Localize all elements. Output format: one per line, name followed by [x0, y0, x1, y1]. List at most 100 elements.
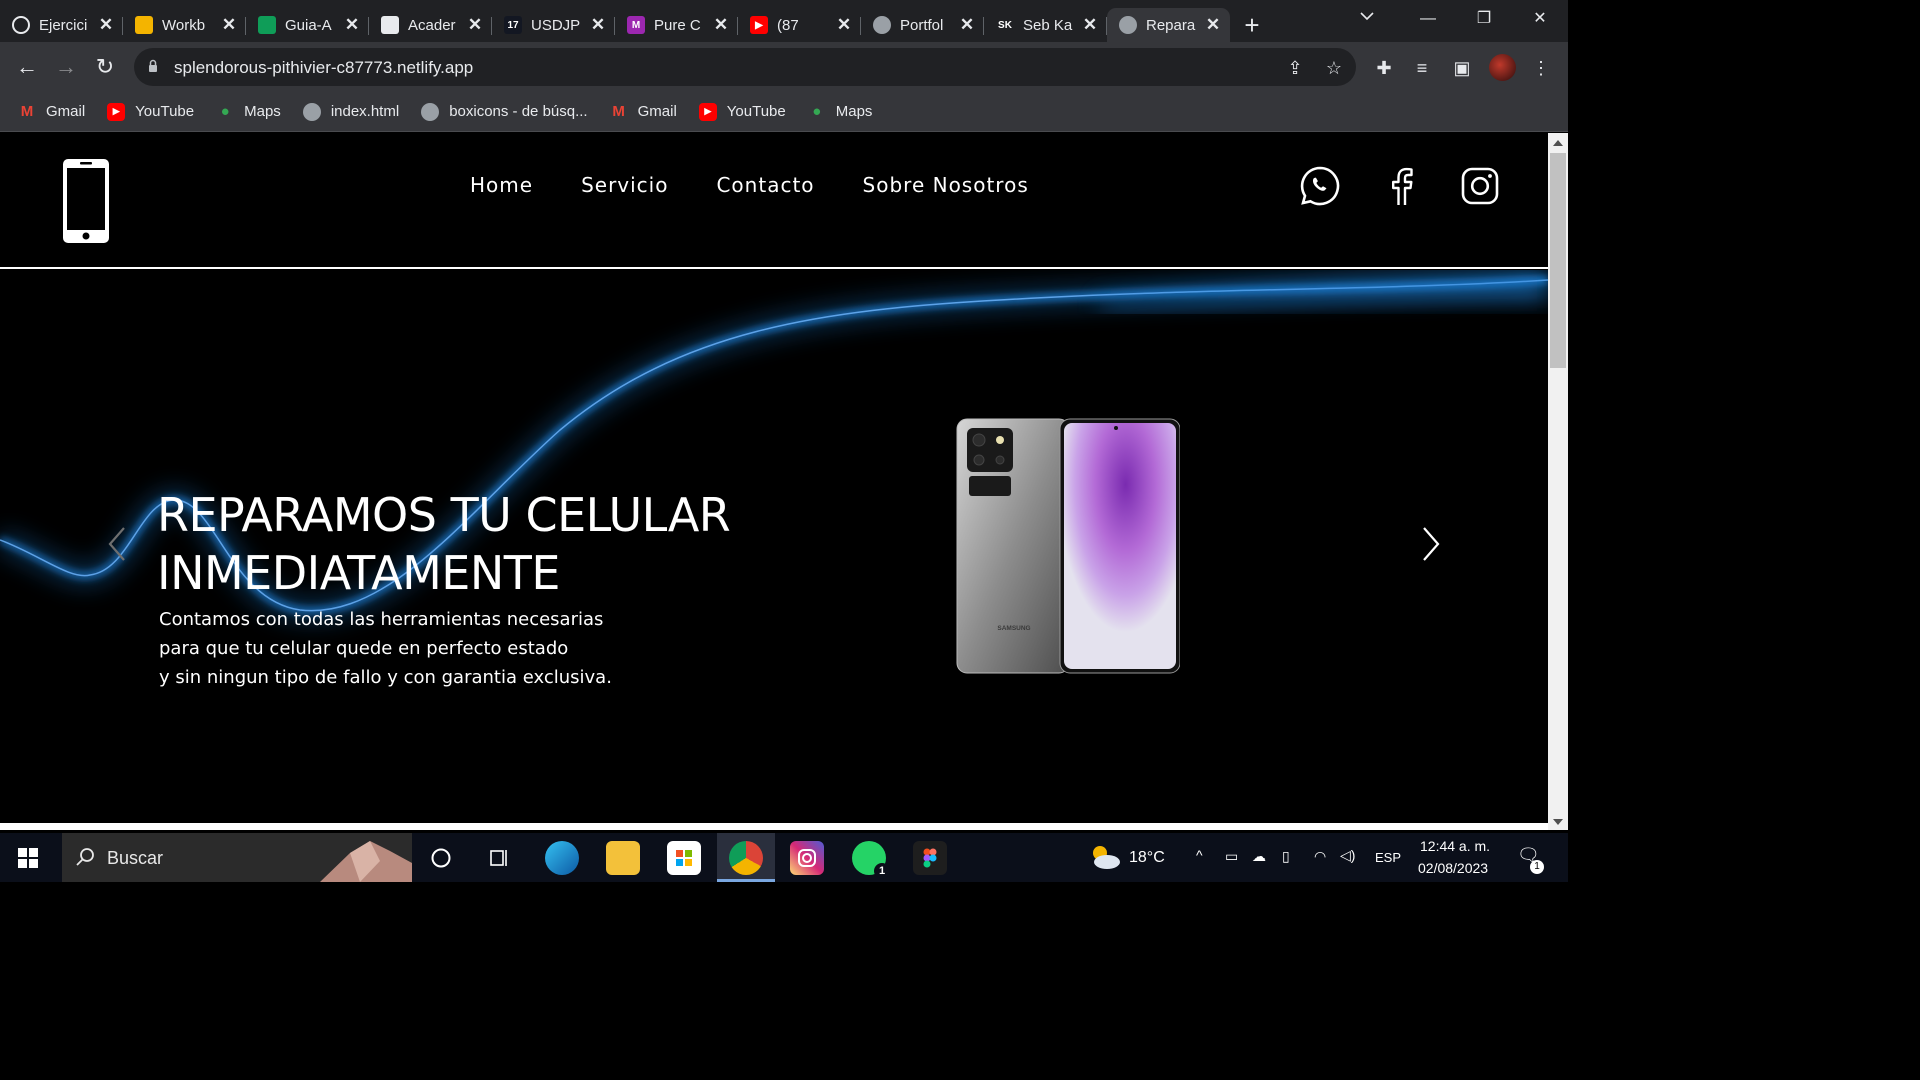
browser-tab[interactable]: Ejercici ✕ — [0, 8, 123, 42]
url-text: splendorous-pithivier-c87773.netlify.app — [174, 58, 474, 77]
bookmark-item[interactable]: index.html — [302, 102, 399, 121]
carousel-next-icon[interactable] — [1416, 524, 1446, 564]
bookmark-label: YouTube — [726, 103, 786, 120]
nav-sobre-nosotros[interactable]: Sobre Nosotros — [863, 173, 1029, 197]
nav-contacto[interactable]: Contacto — [716, 173, 814, 197]
tab-label: Guia-A — [285, 16, 332, 34]
bookmark-item[interactable]: M Gmail — [610, 103, 676, 121]
tray-chevron-icon[interactable]: ^ — [1196, 847, 1203, 863]
windows-start-icon[interactable] — [18, 848, 38, 868]
meet-icon[interactable]: ▭ — [1225, 848, 1238, 865]
notification-count: 1 — [1530, 860, 1544, 874]
side-panel-icon[interactable]: ▣ — [1449, 55, 1475, 81]
close-tab-icon[interactable]: ✕ — [343, 16, 361, 34]
extensions-icon[interactable]: ✚ — [1371, 55, 1397, 81]
battery-icon[interactable]: ▯ — [1282, 848, 1290, 865]
close-tab-icon[interactable]: ✕ — [712, 16, 730, 34]
reload-icon[interactable]: ↻ — [91, 54, 119, 82]
weather-cloud-icon[interactable] — [1088, 843, 1122, 871]
onedrive-icon[interactable]: ☁ — [1252, 848, 1266, 865]
page-scrollbar[interactable] — [1548, 133, 1568, 830]
close-window-icon[interactable]: ✕ — [1512, 5, 1568, 33]
nav-servicio[interactable]: Servicio — [581, 173, 668, 197]
bookmark-item[interactable]: ▶ YouTube — [698, 102, 786, 121]
pure-icon: M — [627, 16, 645, 34]
scroll-down-icon[interactable] — [1553, 819, 1563, 825]
browser-tab[interactable]: Workb ✕ — [123, 8, 246, 42]
browser-tab[interactable]: Acader ✕ — [369, 8, 492, 42]
tab-label: USDJP — [531, 16, 581, 34]
chrome-icon[interactable] — [729, 841, 763, 875]
new-tab-button[interactable]: + — [1230, 8, 1274, 42]
forward-icon[interactable]: → — [52, 54, 80, 82]
share-icon[interactable]: ⇪ — [1284, 57, 1306, 79]
microsoft-store-icon[interactable] — [667, 841, 701, 875]
close-tab-icon[interactable]: ✕ — [589, 16, 607, 34]
close-tab-icon[interactable]: ✕ — [835, 16, 853, 34]
close-tab-icon[interactable]: ✕ — [97, 16, 115, 34]
browser-tab[interactable]: 17 USDJP ✕ — [492, 8, 615, 42]
bookmark-item[interactable]: ● Maps — [216, 103, 281, 121]
tab-label: Portfol — [900, 16, 944, 34]
bookmark-item[interactable]: boxicons - de búsq... — [421, 102, 588, 121]
whatsapp-app-icon[interactable]: 1 — [852, 841, 890, 879]
search-highlight-image — [320, 841, 412, 882]
language-indicator[interactable]: ESP — [1375, 850, 1401, 865]
minimize-icon[interactable]: — — [1400, 5, 1456, 33]
instagram-app-icon[interactable] — [790, 841, 824, 875]
close-tab-icon[interactable]: ✕ — [958, 16, 976, 34]
github-icon — [12, 16, 30, 34]
task-view-icon[interactable] — [482, 841, 516, 875]
taskbar-search[interactable]: Buscar — [62, 833, 412, 882]
figma-icon[interactable] — [913, 841, 947, 875]
bookmark-item[interactable]: M Gmail — [18, 103, 85, 121]
menu-icon[interactable]: ⋮ — [1528, 55, 1554, 81]
hero-carousel: REPARAMOS TU CELULAR INMEDIATAMENTE Cont… — [0, 270, 1548, 823]
browser-tab[interactable]: M Pure C ✕ — [615, 8, 738, 42]
browser-tab[interactable]: Repara ✕ — [1107, 8, 1230, 42]
drive-icon — [258, 16, 276, 34]
bookmark-label: Maps — [244, 103, 281, 120]
scroll-up-icon[interactable] — [1553, 140, 1563, 146]
facebook-icon[interactable] — [1381, 165, 1423, 207]
whatsapp-icon[interactable] — [1299, 165, 1341, 207]
scrollbar-thumb[interactable] — [1550, 153, 1566, 368]
bookmark-label: boxicons - de búsq... — [449, 103, 588, 120]
hero-text-line3: y sin ningun tipo de fallo y con garanti… — [159, 667, 612, 688]
file-explorer-icon[interactable] — [606, 841, 640, 875]
nav-home[interactable]: Home — [470, 173, 533, 197]
tab-search-icon[interactable] — [1360, 8, 1374, 24]
bookmark-item[interactable]: ● Maps — [808, 103, 872, 121]
clock-time[interactable]: 12:44 a. m. — [1420, 838, 1490, 854]
hero-title-line2: INMEDIATAMENTE — [157, 546, 560, 600]
clock-date[interactable]: 02/08/2023 — [1418, 860, 1488, 876]
close-tab-icon[interactable]: ✕ — [1081, 16, 1099, 34]
browser-tab[interactable]: Portfol ✕ — [861, 8, 984, 42]
wifi-icon[interactable]: ◠ — [1314, 848, 1326, 865]
samsung-phone-image: SAMSUNG — [956, 418, 1180, 674]
restore-icon[interactable]: ❐ — [1456, 5, 1512, 33]
phone-logo-icon[interactable] — [62, 158, 110, 244]
site-header: Home Servicio Contacto Sobre Nosotros — [0, 133, 1548, 269]
bookmark-item[interactable]: ▶ YouTube — [107, 102, 194, 121]
browser-tab[interactable]: Guia-A ✕ — [246, 8, 369, 42]
back-icon[interactable]: ← — [13, 54, 41, 82]
browser-tab[interactable]: ▶ (87 ✕ — [738, 8, 861, 42]
cortana-icon[interactable] — [424, 841, 458, 875]
address-bar[interactable]: splendorous-pithivier-c87773.netlify.app… — [134, 48, 1356, 86]
close-tab-icon[interactable]: ✕ — [466, 16, 484, 34]
browser-tab[interactable]: SK Seb Ka ✕ — [984, 8, 1107, 42]
search-icon — [76, 848, 94, 866]
bookmark-star-icon[interactable]: ☆ — [1323, 57, 1345, 79]
weather-temp[interactable]: 18°C — [1129, 849, 1165, 867]
close-tab-icon[interactable]: ✕ — [220, 16, 238, 34]
tab-list: Ejercici ✕ Workb ✕ Guia-A ✕ Acader ✕ 17 USDJP ✕ M Pu… — [0, 8, 1230, 42]
profile-avatar[interactable] — [1489, 54, 1516, 81]
close-tab-icon[interactable]: ✕ — [1204, 16, 1222, 34]
edge-icon[interactable] — [545, 841, 579, 875]
volume-icon[interactable]: ◁) — [1340, 847, 1355, 864]
youtube-icon: ▶ — [698, 102, 717, 121]
carousel-prev-icon[interactable] — [102, 524, 132, 564]
media-control-icon[interactable]: ≡ — [1409, 55, 1435, 81]
instagram-icon[interactable] — [1459, 165, 1501, 207]
